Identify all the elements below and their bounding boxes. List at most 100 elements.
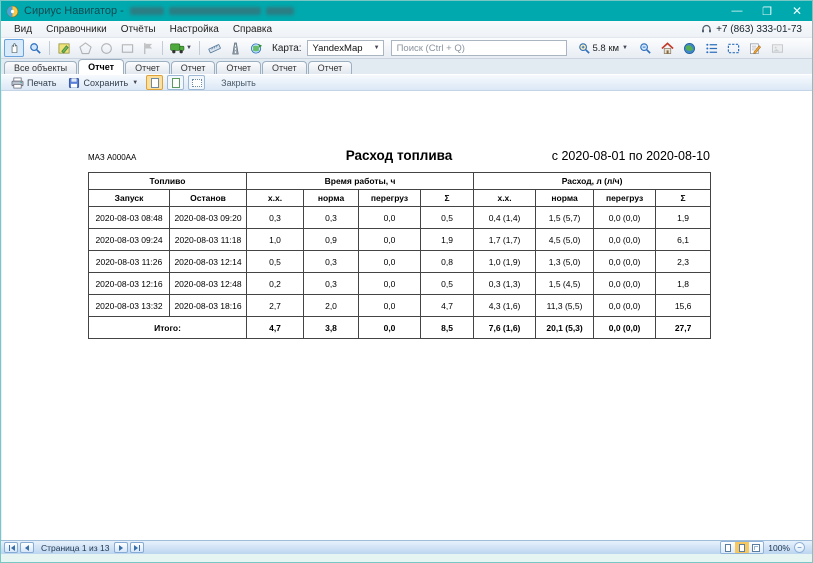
menu-item-5[interactable]: Справка: [226, 24, 279, 35]
menu-item-1[interactable]: Вид: [7, 24, 39, 35]
fit-page-icon: [192, 79, 202, 87]
edit-map-button[interactable]: [54, 39, 74, 57]
total-label-cell: Итого:: [89, 317, 247, 339]
table-cell: 4,5 (5,0): [536, 229, 594, 251]
zoom-out-slider-button[interactable]: −: [794, 542, 805, 553]
last-page-button[interactable]: [130, 542, 144, 553]
table-col-header: перегруз: [594, 190, 656, 207]
table-row: 2020-08-03 08:482020-08-03 09:200,30,30,…: [89, 207, 711, 229]
table-group-header: Расход, л (л/ч): [474, 173, 711, 190]
table-col-header: норма: [304, 190, 359, 207]
report-period: с 2020-08-01 по 2020-08-10: [452, 149, 710, 163]
table-col-header: Σ: [421, 190, 474, 207]
pan-hand-tool-button[interactable]: [4, 39, 24, 57]
total-cell: 20,1 (5,3): [536, 317, 594, 339]
table-col-header: х.х.: [474, 190, 536, 207]
home-view-button[interactable]: [657, 39, 677, 57]
table-cell: 2020-08-03 13:32: [89, 295, 170, 317]
table-cell: 1,5 (5,7): [536, 207, 594, 229]
window-bottom-border: [1, 554, 812, 562]
save-button[interactable]: Сохранить ▼: [63, 75, 143, 90]
view-continuous-button[interactable]: [167, 75, 184, 90]
view-mode-normal-button[interactable]: [721, 542, 735, 553]
view-mode-multipage-button[interactable]: [749, 542, 763, 553]
next-page-button[interactable]: [114, 542, 128, 553]
table-group-header: Время работы, ч: [247, 173, 474, 190]
table-cell: 2,7: [247, 295, 304, 317]
table-row: 2020-08-03 09:242020-08-03 11:181,00,90,…: [89, 229, 711, 251]
vehicle-menu-button[interactable]: ▼: [167, 39, 195, 57]
table-cell: 1,8: [656, 273, 711, 295]
minimize-button[interactable]: —: [722, 1, 752, 21]
tab-report-5[interactable]: Отчет: [262, 61, 307, 74]
table-cell: 6,1: [656, 229, 711, 251]
table-cell: 0,9: [304, 229, 359, 251]
first-page-button[interactable]: [4, 542, 18, 553]
table-cell: 11,3 (5,5): [536, 295, 594, 317]
redacted-title-text: [130, 7, 294, 15]
table-col-header: х.х.: [247, 190, 304, 207]
print-button[interactable]: Печать: [6, 75, 61, 90]
route-road-button[interactable]: [225, 39, 245, 57]
map-label: Карта:: [272, 43, 302, 54]
save-dropdown-arrow[interactable]: ▼: [132, 80, 138, 86]
search-input[interactable]: [391, 40, 567, 56]
tab-report-3[interactable]: Отчет: [171, 61, 216, 74]
tab-report-1[interactable]: Отчет: [78, 59, 124, 74]
total-cell: 0,0 (0,0): [594, 317, 656, 339]
view-single-page-button[interactable]: [146, 75, 163, 90]
table-cell: 1,9: [421, 229, 474, 251]
tab-report-6[interactable]: Отчет: [308, 61, 353, 74]
zoom-scale-control[interactable]: 5.8 км ▼: [578, 42, 629, 55]
globe-button[interactable]: [679, 39, 699, 57]
table-cell: 0,0 (0,0): [594, 207, 656, 229]
table-cell: 0,5: [421, 273, 474, 295]
zoom-in-icon: [578, 42, 591, 55]
save-icon: [68, 77, 80, 89]
table-row: 2020-08-03 11:262020-08-03 12:140,50,30,…: [89, 251, 711, 273]
fit-page-button[interactable]: [188, 75, 205, 90]
list-view-button[interactable]: [701, 39, 721, 57]
table-cell: 0,0: [359, 207, 421, 229]
table-cell: 1,5 (4,5): [536, 273, 594, 295]
table-cell: 1,9: [656, 207, 711, 229]
view-mode-page-button[interactable]: [735, 542, 749, 553]
table-cell: 0,0: [359, 295, 421, 317]
toolbar-separator: [49, 41, 50, 55]
zoom-search-button[interactable]: [25, 39, 45, 57]
tab-all-objects[interactable]: Все объекты: [4, 61, 77, 74]
tab-report-2[interactable]: Отчет: [125, 61, 170, 74]
table-cell: 0,3: [304, 251, 359, 273]
table-cell: 0,0 (0,0): [594, 251, 656, 273]
table-cell: 0,0 (0,0): [594, 295, 656, 317]
report-header: МАЗ A000AA Расход топлива с 2020-08-01 п…: [88, 148, 710, 163]
measure-ruler-button[interactable]: [204, 39, 224, 57]
globe-refresh-button[interactable]: [246, 39, 266, 57]
edit-note-button[interactable]: [745, 39, 765, 57]
zoom-out-button[interactable]: [635, 39, 655, 57]
table-cell: 2020-08-03 09:24: [89, 229, 170, 251]
table-col-header: Останов: [170, 190, 247, 207]
map-select[interactable]: YandexMap ▼: [307, 40, 384, 56]
support-phone: +7 (863) 333-01-73: [701, 24, 806, 35]
maximize-button[interactable]: ❐: [752, 1, 782, 21]
prev-page-icon: [25, 545, 29, 551]
prev-page-button[interactable]: [20, 542, 34, 553]
total-cell: 8,5: [421, 317, 474, 339]
zoom-scale-dropdown-arrow: ▼: [622, 45, 628, 51]
menu-item-4[interactable]: Настройка: [163, 24, 226, 35]
close-button[interactable]: ✕: [782, 1, 812, 21]
select-area-button[interactable]: [723, 39, 743, 57]
toolbar-separator: [199, 41, 200, 55]
menu-item-2[interactable]: Справочники: [39, 24, 114, 35]
tab-report-4[interactable]: Отчет: [216, 61, 261, 74]
menu-item-3[interactable]: Отчёты: [114, 24, 163, 35]
table-cell: 1,0 (1,9): [474, 251, 536, 273]
table-col-header: перегруз: [359, 190, 421, 207]
table-cell: 2,3: [656, 251, 711, 273]
table-cell: 2020-08-03 18:16: [170, 295, 247, 317]
close-report-button[interactable]: Закрыть: [216, 75, 261, 90]
table-cell: 1,3 (5,0): [536, 251, 594, 273]
draw-polygon-button: [75, 39, 95, 57]
table-cell: 1,7 (1,7): [474, 229, 536, 251]
